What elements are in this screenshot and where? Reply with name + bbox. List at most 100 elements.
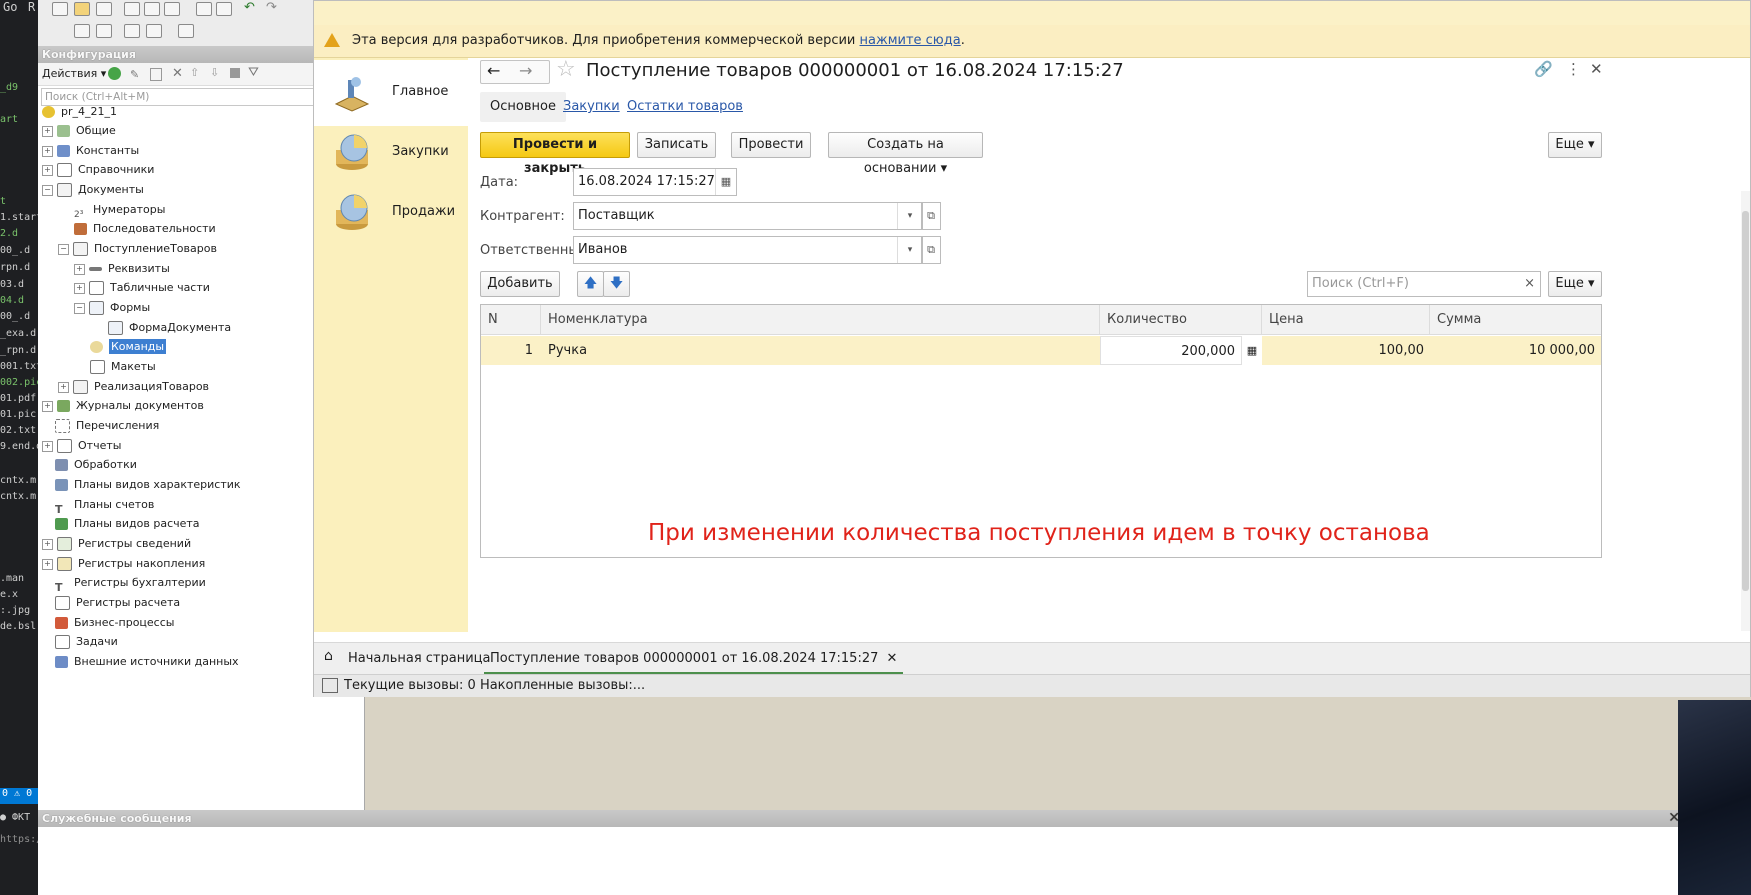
expand-icon[interactable]: + xyxy=(58,381,69,393)
post-button[interactable]: Провести xyxy=(731,132,811,158)
add-icon[interactable] xyxy=(108,67,121,80)
tree-item-catalogs[interactable]: + Справочники xyxy=(42,159,154,181)
tree-item-goods-receipt[interactable]: − ПоступлениеТоваров xyxy=(58,238,217,260)
expand-icon[interactable]: + xyxy=(74,282,85,294)
calendar-icon[interactable]: ▦ xyxy=(715,169,736,195)
tree-item-data-processors[interactable]: Обработки xyxy=(55,454,137,476)
column-header-n[interactable]: N xyxy=(481,305,541,335)
cell-quantity-editor[interactable]: 200,000 xyxy=(1100,336,1242,365)
expand-icon[interactable]: + xyxy=(42,558,53,570)
problems-count[interactable]: 0 ⚠ 0 xyxy=(0,788,32,799)
actions-menu[interactable]: Действия ▾ xyxy=(42,67,106,80)
tree-item-accounting-registers[interactable]: T Регистры бухгалтерии xyxy=(55,572,206,594)
home-icon[interactable]: ⌂ xyxy=(324,648,333,664)
tab-stock[interactable]: Остатки товаров xyxy=(627,92,743,122)
copy-icon[interactable] xyxy=(144,2,160,16)
expand-icon[interactable]: + xyxy=(42,125,53,137)
menu-r[interactable]: R xyxy=(28,0,35,14)
tree-item-forms[interactable]: − Формы xyxy=(74,297,150,319)
filter-icon[interactable]: ⛛ xyxy=(248,65,259,80)
menu-go[interactable]: Go xyxy=(3,0,17,14)
expand-icon[interactable]: + xyxy=(42,145,53,157)
tree-item-document-journals[interactable]: + Журналы документов xyxy=(42,395,204,417)
collapse-icon[interactable]: − xyxy=(58,243,69,255)
window-icon[interactable] xyxy=(146,24,162,38)
tab-main[interactable]: Основное xyxy=(480,92,566,122)
form-scrollbar[interactable] xyxy=(1741,191,1750,631)
tree-item-tasks[interactable]: Задачи xyxy=(55,631,118,653)
forward-arrow-icon[interactable]: → xyxy=(519,61,532,80)
collapse-icon[interactable]: − xyxy=(74,302,85,314)
cell-item[interactable]: Ручка xyxy=(541,336,1100,365)
tree-item-tabular-sections[interactable]: + Табличные части xyxy=(74,277,210,299)
expand-icon[interactable]: + xyxy=(42,440,53,452)
tree-item-templates[interactable]: Макеты xyxy=(90,356,156,378)
tree-item-common[interactable]: + Общие xyxy=(42,120,116,142)
chevron-down-icon[interactable]: ▾ xyxy=(897,237,922,263)
responsible-field[interactable]: Иванов ▾ xyxy=(573,236,923,264)
module-icon[interactable] xyxy=(96,24,112,38)
table-icon[interactable] xyxy=(124,24,140,38)
tree-item-calculation-registers[interactable]: Регистры расчета xyxy=(55,592,180,614)
write-button[interactable]: Записать xyxy=(637,132,716,158)
tab-goods-receipt[interactable]: Поступление товаров 000000001 от 16.08.2… xyxy=(484,643,904,674)
favorite-star-icon[interactable]: ☆ xyxy=(556,57,576,82)
more-button[interactable]: Еще ▾ xyxy=(1548,132,1602,158)
purchase-link[interactable]: нажмите сюда xyxy=(860,33,961,48)
move-down-icon[interactable]: ⇩ xyxy=(210,66,219,79)
open-icon[interactable] xyxy=(74,2,90,16)
move-row-down-icon[interactable]: 🡇 xyxy=(603,271,630,297)
table-search-input[interactable]: Поиск (Ctrl+F) × xyxy=(1307,271,1541,297)
tree-item-external-sources[interactable]: Внешние источники данных xyxy=(55,651,239,673)
paste-icon[interactable] xyxy=(164,2,180,16)
more-menu-icon[interactable]: ⋮ xyxy=(1566,60,1581,78)
delete-icon[interactable]: ✕ xyxy=(172,66,183,81)
column-header-price[interactable]: Цена xyxy=(1262,305,1430,335)
counterparty-field[interactable]: Поставщик ▾ xyxy=(573,202,923,230)
section-sales[interactable]: Продажи xyxy=(314,180,468,246)
expand-icon[interactable]: + xyxy=(42,164,53,176)
collapse-icon[interactable]: − xyxy=(42,184,53,196)
scrollbar-thumb[interactable] xyxy=(1742,211,1749,591)
calls-icon[interactable] xyxy=(322,678,338,693)
expand-icon[interactable]: + xyxy=(42,538,53,550)
calculator-icon[interactable]: ▦ xyxy=(1242,336,1262,365)
back-arrow-icon[interactable]: ← xyxy=(487,61,500,80)
open-counterparty-icon[interactable]: ⧉ xyxy=(921,202,941,230)
close-form-icon[interactable]: ✕ xyxy=(1590,60,1603,78)
column-header-sum[interactable]: Сумма xyxy=(1430,305,1601,335)
run-icon[interactable] xyxy=(178,24,194,38)
column-header-item[interactable]: Номенклатура xyxy=(541,305,1100,335)
tree-item-characteristic-types[interactable]: Планы видов характеристик xyxy=(55,474,241,496)
tree-item-information-registers[interactable]: + Регистры сведений xyxy=(42,533,191,555)
move-row-up-icon[interactable]: 🡅 xyxy=(577,271,604,297)
link-icon[interactable]: 🔗 xyxy=(1534,60,1553,78)
copy-object-icon[interactable] xyxy=(150,68,162,81)
tree-item-commands[interactable]: Команды xyxy=(90,336,167,358)
cut-icon[interactable] xyxy=(124,2,140,16)
vscode-status-bar[interactable]: 0 ⚠ 0 xyxy=(0,788,38,804)
clear-search-icon[interactable]: × xyxy=(1524,272,1535,296)
tree-item-calculation-types[interactable]: Планы видов расчета xyxy=(55,513,200,535)
redo-icon[interactable]: ↷ xyxy=(266,0,277,15)
cell-price[interactable]: 100,00 xyxy=(1262,336,1430,365)
column-header-quantity[interactable]: Количество xyxy=(1100,305,1262,335)
new-icon[interactable] xyxy=(52,2,68,16)
preview-icon[interactable] xyxy=(216,2,232,16)
open-responsible-icon[interactable]: ⧉ xyxy=(921,236,941,264)
post-and-close-button[interactable]: Провести и закрыть xyxy=(480,132,630,176)
expand-icon[interactable]: + xyxy=(42,400,53,412)
expand-icon[interactable]: + xyxy=(74,263,85,275)
tree-item-sequences[interactable]: Последовательности xyxy=(74,218,216,240)
chevron-down-icon[interactable]: ▾ xyxy=(897,203,922,229)
cell-n[interactable]: 1 xyxy=(481,336,541,365)
tree-item-enums[interactable]: Перечисления xyxy=(55,415,159,437)
create-based-on-button[interactable]: Создать на основании ▾ xyxy=(828,132,983,176)
section-purchases[interactable]: Закупки xyxy=(314,120,468,186)
move-up-icon[interactable]: ⇧ xyxy=(190,66,199,79)
date-field[interactable]: 16.08.2024 17:15:27 ▦ xyxy=(573,168,737,196)
print-icon[interactable] xyxy=(196,2,212,16)
cell-sum[interactable]: 10 000,00 xyxy=(1430,336,1601,365)
section-main[interactable]: Главное xyxy=(314,60,468,126)
tab-home-page[interactable]: Начальная страница xyxy=(348,643,490,674)
